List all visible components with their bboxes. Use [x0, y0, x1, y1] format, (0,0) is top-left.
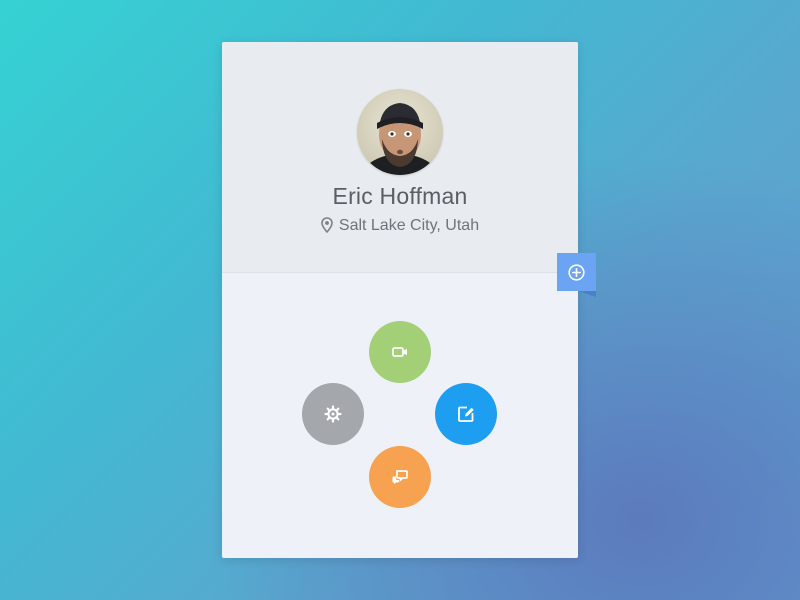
profile-name: Eric Hoffman: [332, 183, 468, 209]
gear-icon: [324, 405, 342, 423]
plus-circle-icon: [568, 264, 585, 281]
settings-button[interactable]: [302, 383, 364, 445]
chat-button[interactable]: [369, 446, 431, 508]
tab-fold: [578, 291, 596, 297]
profile-header: Eric Hoffman Salt Lake City, Utah: [222, 42, 578, 273]
location-text: Salt Lake City, Utah: [338, 217, 480, 234]
video-call-button[interactable]: [369, 321, 431, 383]
avatar-portrait: [359, 103, 441, 175]
add-button[interactable]: [557, 253, 596, 297]
video-camera-icon: [392, 347, 407, 357]
profile-location: Salt Lake City, Utah: [222, 217, 578, 238]
location-pin-icon: [321, 217, 333, 238]
avatar: [357, 89, 443, 175]
chat-bubbles-icon: [392, 470, 408, 485]
profile-card: Eric Hoffman Salt Lake City, Utah: [222, 42, 596, 558]
edit-button[interactable]: [435, 383, 497, 445]
edit-icon: [458, 406, 474, 422]
